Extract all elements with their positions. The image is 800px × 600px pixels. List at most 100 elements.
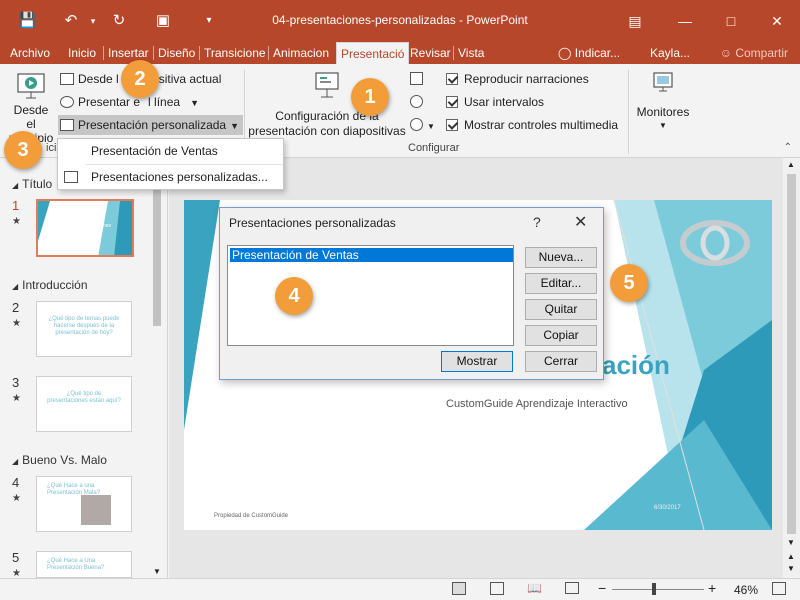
dialog-title: Presentaciones personalizadas xyxy=(229,216,396,230)
animation-star-icon: ★ xyxy=(12,393,21,404)
title-bar: 💾 ↶ ▾ ↻ ▣ ▾ 04-presentaciones-personaliz… xyxy=(0,0,800,42)
setup-show-icon xyxy=(315,72,339,98)
tab-archivo[interactable]: Archivo xyxy=(6,42,54,64)
maximize-button[interactable]: □ xyxy=(722,12,740,30)
previous-slide-icon[interactable]: ▲ xyxy=(787,552,795,561)
group-label-configurar: Configurar xyxy=(408,142,460,154)
tab-vista[interactable]: Vista xyxy=(454,42,488,64)
show-media-controls-checkbox[interactable]: Mostrar controles multimedia xyxy=(446,115,618,135)
tab-animaciones[interactable]: Animacion xyxy=(269,42,333,64)
ribbon-tabs: Archivo Inicio Insertar Diseño Transicio… xyxy=(0,42,800,64)
callout-4: 4 xyxy=(275,277,313,315)
scrollbar-thumb[interactable] xyxy=(787,174,796,534)
new-button[interactable]: Nueva... xyxy=(525,247,597,268)
thumbnails-scrollbar[interactable]: ▲ ▼ xyxy=(150,162,164,576)
section-introduccion[interactable]: ◢ Introducción xyxy=(12,278,88,292)
copy-button[interactable]: Copiar xyxy=(525,325,597,346)
ribbon-display-options-icon[interactable]: ▤ xyxy=(626,12,644,30)
clock-icon xyxy=(410,95,423,108)
reading-view-icon[interactable]: 📖 xyxy=(527,581,542,595)
record-icon-button[interactable] xyxy=(410,69,427,89)
share-button[interactable]: ☺ Compartir xyxy=(714,42,794,64)
current-slide-icon xyxy=(60,73,74,85)
menu-item-presentacion-ventas[interactable]: Presentación de Ventas xyxy=(58,139,283,163)
collapse-section-icon: ◢ xyxy=(12,181,19,190)
scroll-up-icon[interactable]: ▲ xyxy=(787,160,795,169)
slide-thumbnail-2[interactable]: ¿Qué tipo de temas puede hacerse después… xyxy=(36,301,132,357)
slide-date: 6/30/2017 xyxy=(654,505,681,511)
rehearse-timings-button[interactable] xyxy=(410,92,427,112)
slide-thumbnail-5[interactable]: ¿Qué Hace a Una Presentación Buena? xyxy=(36,551,132,578)
dialog-close-button[interactable]: ✕ xyxy=(574,212,587,232)
user-name[interactable]: Kayla... xyxy=(646,42,694,64)
ribbon-separator xyxy=(628,70,629,154)
collapse-ribbon-icon[interactable]: ⌃ xyxy=(784,142,792,153)
zoom-slider[interactable] xyxy=(612,589,704,590)
slide-number: 4 xyxy=(12,475,20,490)
use-timings-checkbox[interactable]: Usar intervalos xyxy=(446,92,544,112)
menu-item-presentaciones-personalizadas[interactable]: Presentaciones personalizadas... xyxy=(58,165,283,189)
monitor-icon xyxy=(653,72,673,92)
thumb-text: ¿Qué tipo de presentaciones están aquí? xyxy=(47,391,121,404)
callout-1: 1 xyxy=(351,78,389,116)
minimize-button[interactable]: — xyxy=(676,12,694,30)
remove-button[interactable]: Quitar xyxy=(525,299,597,320)
edit-button[interactable]: Editar... xyxy=(525,273,597,294)
normal-view-icon[interactable] xyxy=(452,582,466,595)
callout-3: 3 xyxy=(4,131,42,169)
setup-label-2: presentación con diapositivas xyxy=(248,124,406,138)
close-window-button[interactable]: ✕ xyxy=(768,12,786,30)
slide-number: 5 xyxy=(12,550,20,565)
main-scrollbar[interactable]: ▲ ▼ ▲ ▼ xyxy=(783,158,800,578)
record-icon xyxy=(410,118,423,131)
scroll-down-icon[interactable]: ▼ xyxy=(153,567,161,576)
thumb-text: Qué es Presentaciones Personalizadas xyxy=(59,223,111,236)
checkbox-checked-icon xyxy=(446,73,458,85)
custom-shows-list[interactable]: Presentación de Ventas xyxy=(227,245,514,346)
slide-number: 1 xyxy=(12,198,20,213)
thumb-text: ¿Qué tipo de temas puede hacerse después… xyxy=(48,316,120,336)
slide-number: 3 xyxy=(12,375,20,390)
slide-sorter-icon[interactable] xyxy=(490,582,504,595)
tab-presentacion[interactable]: Presentació xyxy=(336,42,410,64)
play-narrations-checkbox[interactable]: Reproducir narraciones xyxy=(446,69,589,89)
scroll-down-icon[interactable]: ▼ xyxy=(787,538,795,547)
slide-thumbnail-4[interactable]: ¿Qué Hace a una Presentación Mala? xyxy=(36,476,132,532)
tell-me-box[interactable]: ◯ Indicar... xyxy=(554,42,624,64)
checkbox-checked-icon xyxy=(446,119,458,131)
collapse-section-icon: ◢ xyxy=(12,282,19,291)
monitors-button[interactable]: Monitores ▼ xyxy=(634,70,692,130)
custom-show-dropdown: Presentación de Ventas Presentaciones pe… xyxy=(57,138,284,190)
custom-show-icon xyxy=(60,119,74,131)
person-icon: ☺ xyxy=(719,46,736,60)
tab-revisar[interactable]: Revisar xyxy=(406,42,455,64)
collapse-section-icon: ◢ xyxy=(12,457,19,466)
help-button[interactable]: ? xyxy=(533,214,541,230)
section-titulo[interactable]: ◢ Título xyxy=(12,177,52,191)
slide-thumbnail-3[interactable]: ¿Qué tipo de presentaciones están aquí? xyxy=(36,376,132,432)
list-item[interactable]: Presentación de Ventas xyxy=(230,248,513,262)
slide-subtitle: CustomGuide Aprendizaje Interactivo xyxy=(446,398,628,410)
animation-star-icon: ★ xyxy=(12,216,21,227)
tab-transiciones[interactable]: Transicione xyxy=(200,42,270,64)
fit-to-window-icon[interactable] xyxy=(772,582,786,595)
next-slide-icon[interactable]: ▼ xyxy=(787,564,795,573)
show-button[interactable]: Mostrar xyxy=(441,351,513,372)
close-button[interactable]: Cerrar xyxy=(525,351,597,372)
custom-slide-show-button[interactable]: Presentación personalizada ▼ xyxy=(58,115,244,135)
slide-number: 2 xyxy=(12,300,20,315)
scrollbar-thumb[interactable] xyxy=(153,176,161,326)
slide-footer: Propiedad de CustomGuide xyxy=(214,513,289,519)
zoom-slider-thumb[interactable] xyxy=(652,583,656,595)
zoom-in-button[interactable]: + xyxy=(708,580,716,596)
checkbox-checked-icon xyxy=(446,96,458,108)
slide-thumbnail-1[interactable]: Qué es Presentaciones Personalizadas xyxy=(36,199,134,257)
section-bueno-vs-malo[interactable]: ◢ Bueno Vs. Malo xyxy=(12,453,107,467)
tab-inicio[interactable]: Inicio xyxy=(64,42,100,64)
zoom-level[interactable]: 46% xyxy=(734,583,758,597)
slide-show-view-icon[interactable] xyxy=(565,582,579,594)
tab-diseno[interactable]: Diseño xyxy=(154,42,199,64)
callout-2: 2 xyxy=(121,60,159,98)
zoom-out-button[interactable]: − xyxy=(598,580,606,596)
record-slide-show-button[interactable]: ▼ xyxy=(410,115,435,135)
